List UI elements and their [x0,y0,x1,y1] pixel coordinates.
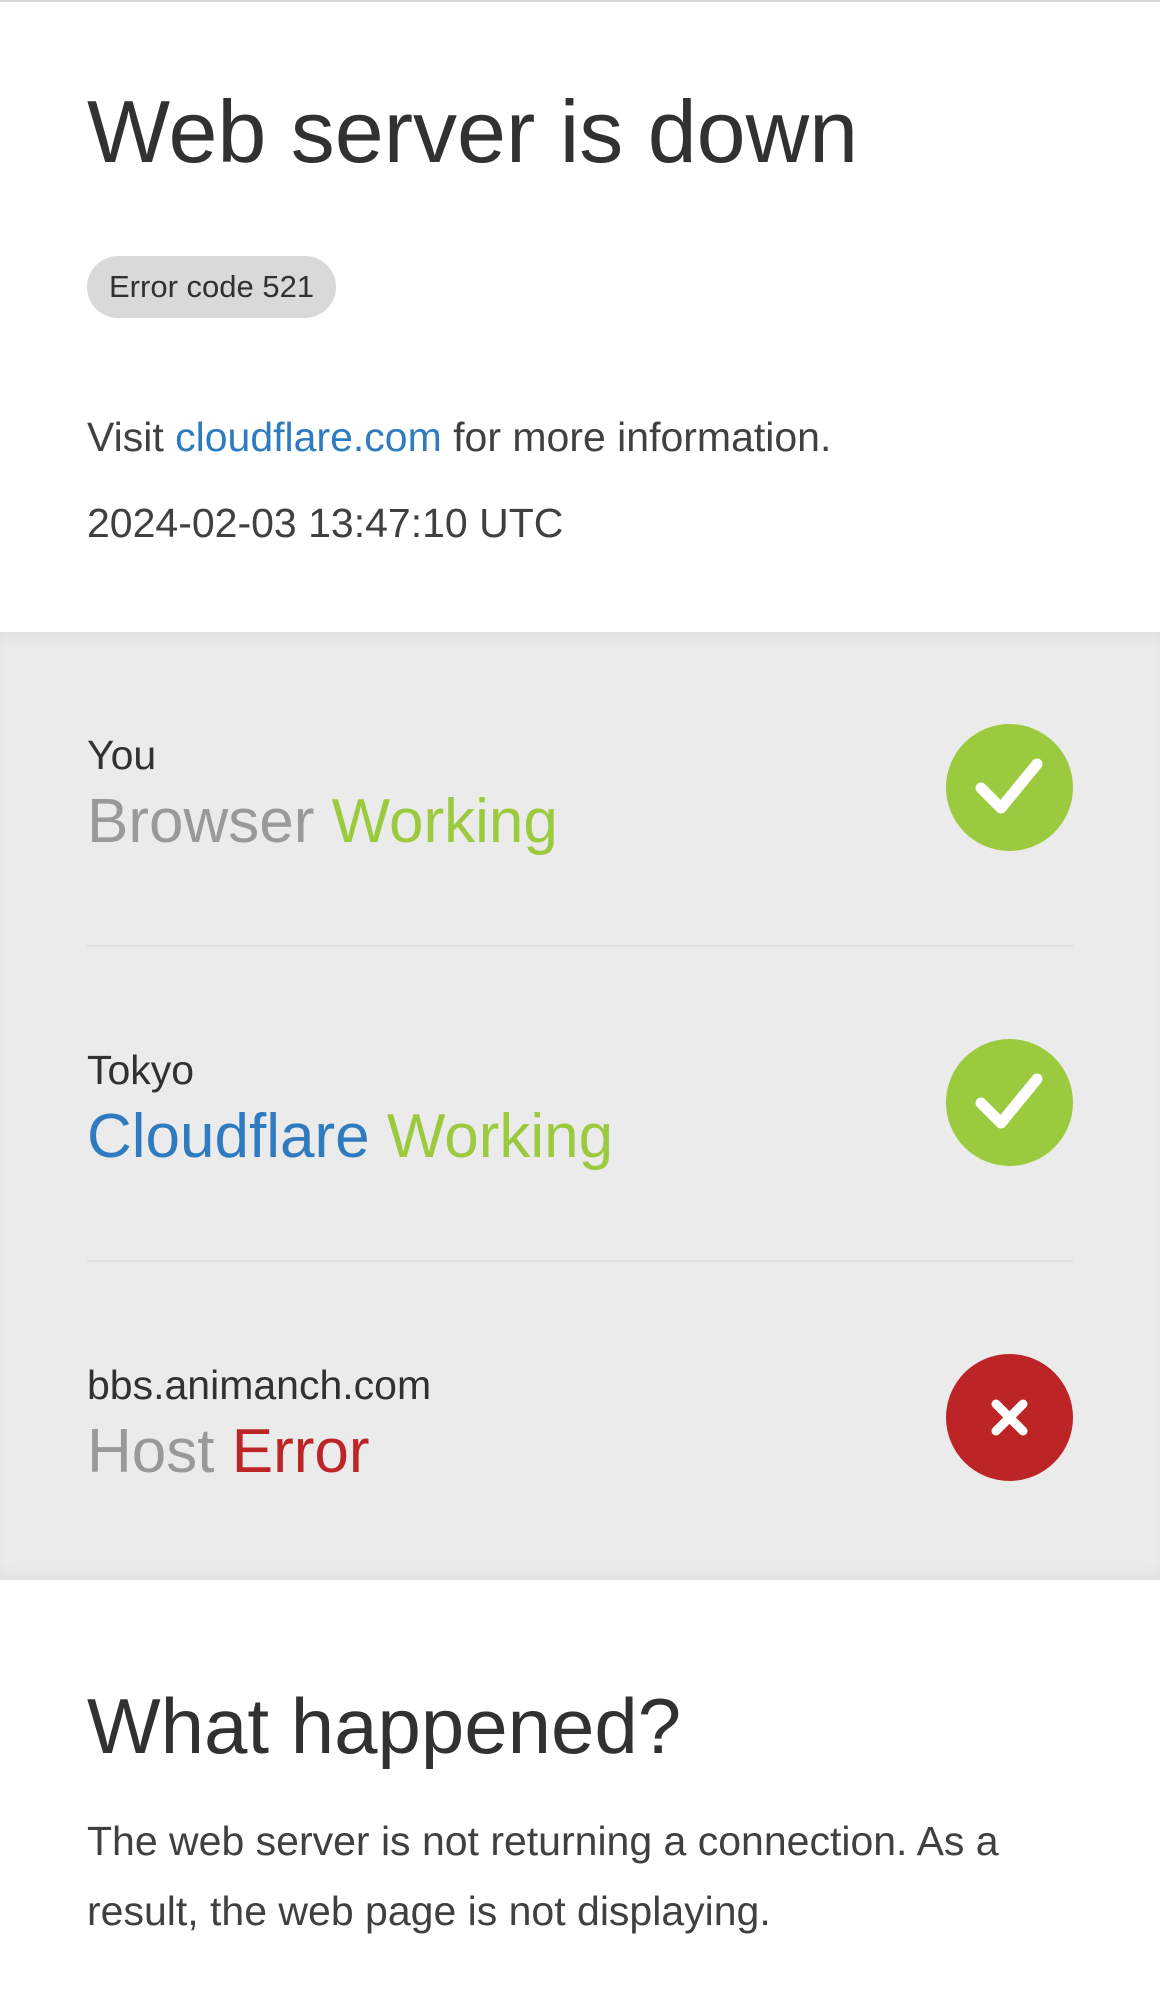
info-line: Visit cloudflare.com for more informatio… [87,412,831,462]
info-prefix: Visit [87,414,176,460]
error-code-badge: Error code 521 [87,256,337,318]
what-happened-title: What happened? [87,1682,682,1770]
cloudflare-link[interactable]: cloudflare.com [175,414,442,460]
check-icon [946,724,1073,851]
component-name: Cloudflare [87,1102,370,1171]
what-happened-section: What happened? The web server is not ret… [0,1580,1160,2000]
location-label: You [87,732,157,778]
status-line: Host Error [87,1414,370,1490]
status-row-browser: You Browser Working [87,632,1073,947]
status-row-host: bbs.animanch.com Host Error [87,1262,1073,1577]
component-name: Host [87,1417,215,1486]
what-happened-body: The web server is not returning a connec… [87,1818,999,1934]
status-row-cloudflare: Tokyo Cloudflare Working [87,947,1073,1262]
location-label: bbs.animanch.com [87,1362,432,1408]
status-text: Working [331,787,558,856]
status-line: Browser Working [87,784,558,860]
x-icon [946,1354,1073,1481]
status-text: Working [386,1102,614,1171]
component-name: Browser [87,787,315,856]
info-suffix: for more information. [441,414,832,460]
page-title: Web server is down [87,82,859,181]
status-text: Error [231,1417,370,1486]
status-summary: You Browser Working Tokyo Cloudflare Wor… [0,632,1160,1580]
error-header: Web server is down Error code 521 Visit … [0,2,1160,632]
location-label: Tokyo [87,1047,195,1093]
status-line: Cloudflare Working [87,1099,613,1175]
timestamp: 2024-02-03 13:47:10 UTC [87,500,564,546]
check-icon [946,1039,1073,1166]
